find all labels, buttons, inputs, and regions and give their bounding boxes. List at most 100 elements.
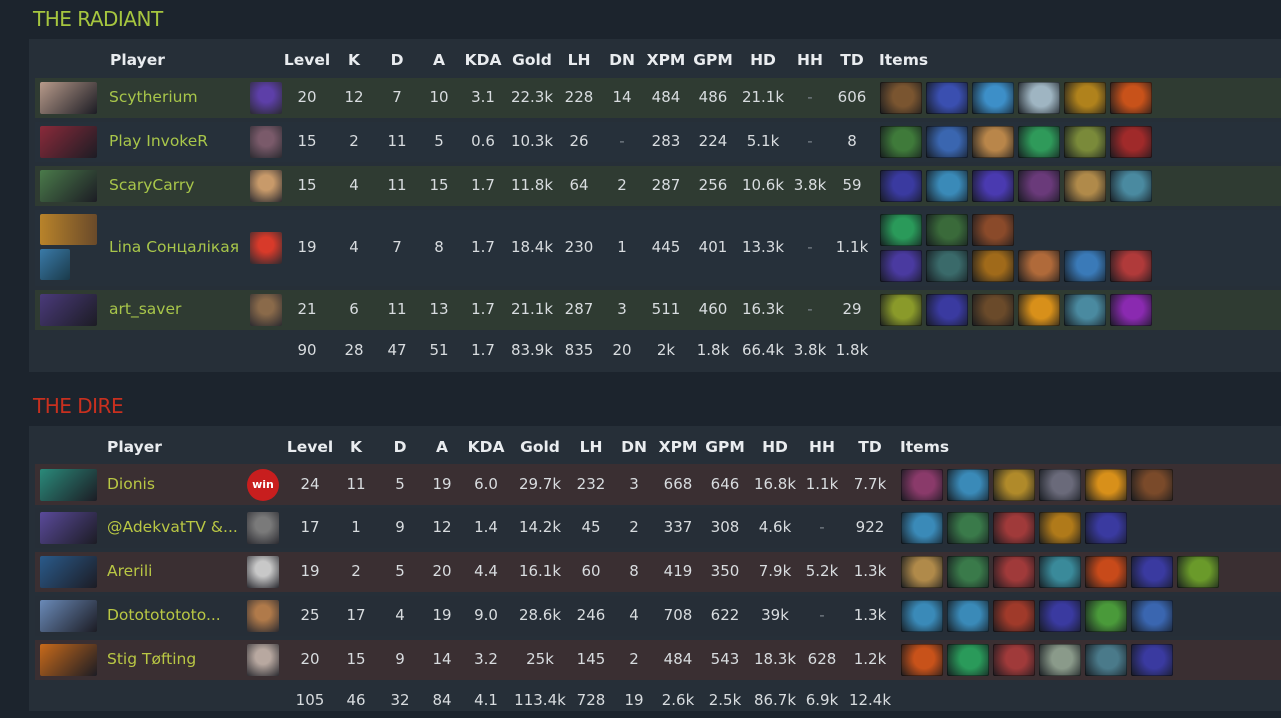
item-icon[interactable] — [1064, 250, 1106, 282]
item-icon[interactable] — [1018, 126, 1060, 158]
item-icon[interactable] — [972, 126, 1014, 158]
header-player[interactable]: Player — [110, 51, 165, 69]
hero-portrait[interactable] — [40, 126, 97, 158]
item-icon[interactable] — [993, 600, 1035, 632]
item-icon[interactable] — [1064, 170, 1106, 202]
hero-portrait[interactable] — [40, 82, 97, 114]
header-hh[interactable]: HH — [809, 438, 835, 456]
header-hh[interactable]: HH — [797, 51, 823, 69]
header-gold[interactable]: Gold — [520, 438, 560, 456]
item-icon[interactable] — [880, 126, 922, 158]
item-icon[interactable] — [1131, 468, 1173, 501]
player-name[interactable]: Dionis — [107, 475, 155, 493]
hero-portrait[interactable] — [40, 214, 97, 245]
item-icon[interactable] — [1085, 556, 1127, 588]
player-avatar[interactable] — [250, 294, 282, 326]
header-gpm[interactable]: GPM — [705, 438, 745, 456]
player-name[interactable]: Lina Сонцалікая — [109, 238, 239, 256]
item-icon[interactable] — [926, 214, 968, 246]
player-avatar[interactable] — [247, 556, 279, 588]
header-lh[interactable]: LH — [568, 51, 591, 69]
header-k[interactable]: K — [350, 438, 362, 456]
player-name[interactable]: ScaryCarry — [109, 176, 194, 194]
item-icon[interactable] — [1039, 468, 1081, 501]
item-icon[interactable] — [926, 250, 968, 282]
item-icon[interactable] — [1131, 600, 1173, 632]
hero-portrait[interactable] — [40, 294, 97, 326]
item-icon[interactable] — [993, 644, 1035, 676]
item-icon[interactable] — [1039, 644, 1081, 676]
item-icon[interactable] — [1039, 600, 1081, 632]
player-name[interactable]: art_saver — [109, 300, 181, 318]
item-icon[interactable] — [926, 170, 968, 202]
item-icon[interactable] — [1064, 126, 1106, 158]
item-icon[interactable] — [1085, 468, 1127, 501]
item-icon[interactable] — [993, 512, 1035, 544]
header-xpm[interactable]: XPM — [647, 51, 686, 69]
item-icon[interactable] — [972, 294, 1014, 326]
header-a[interactable]: A — [433, 51, 445, 69]
item-icon[interactable] — [1064, 294, 1106, 326]
header-td[interactable]: TD — [840, 51, 863, 69]
item-icon[interactable] — [993, 556, 1035, 588]
player-avatar[interactable] — [250, 170, 282, 202]
player-avatar[interactable] — [250, 232, 282, 264]
item-icon[interactable] — [901, 600, 943, 632]
item-icon[interactable] — [1110, 82, 1152, 114]
item-icon[interactable] — [1085, 512, 1127, 544]
item-icon[interactable] — [1064, 82, 1106, 114]
header-hd[interactable]: HD — [750, 51, 776, 69]
player-name[interactable]: Stig Tøfting — [107, 650, 196, 668]
item-icon[interactable] — [880, 214, 922, 246]
item-icon[interactable] — [880, 170, 922, 202]
item-icon[interactable] — [1177, 556, 1219, 588]
item-icon[interactable] — [1131, 556, 1173, 588]
header-gold[interactable]: Gold — [512, 51, 552, 69]
header-kda[interactable]: KDA — [468, 438, 505, 456]
item-icon[interactable] — [993, 468, 1035, 501]
item-icon[interactable] — [926, 294, 968, 326]
header-k[interactable]: K — [348, 51, 360, 69]
header-level[interactable]: Level — [287, 438, 333, 456]
player-avatar[interactable] — [250, 126, 282, 158]
hero-portrait[interactable] — [40, 644, 97, 676]
item-icon[interactable] — [947, 644, 989, 676]
player-avatar[interactable] — [247, 600, 279, 632]
item-icon[interactable] — [972, 170, 1014, 202]
item-icon[interactable] — [947, 600, 989, 632]
player-name[interactable]: Arerili — [107, 562, 152, 580]
player-avatar[interactable]: win — [247, 468, 279, 501]
item-icon[interactable] — [972, 250, 1014, 282]
item-icon[interactable] — [947, 556, 989, 588]
item-icon[interactable] — [880, 294, 922, 326]
item-icon[interactable] — [1085, 644, 1127, 676]
item-icon[interactable] — [901, 556, 943, 588]
header-d[interactable]: D — [391, 51, 404, 69]
hero-portrait[interactable] — [40, 468, 97, 501]
header-xpm[interactable]: XPM — [659, 438, 698, 456]
header-a[interactable]: A — [436, 438, 448, 456]
item-icon[interactable] — [1018, 294, 1060, 326]
hero-portrait[interactable] — [40, 600, 97, 632]
hero-portrait[interactable] — [40, 170, 97, 202]
item-icon[interactable] — [926, 126, 968, 158]
header-lh[interactable]: LH — [580, 438, 603, 456]
player-name[interactable]: @AdekvatTV &... — [107, 518, 238, 536]
player-avatar[interactable] — [250, 82, 282, 114]
header-player[interactable]: Player — [107, 438, 162, 456]
item-icon[interactable] — [1085, 600, 1127, 632]
player-name[interactable]: Dotototototo... — [107, 606, 221, 624]
header-hd[interactable]: HD — [762, 438, 788, 456]
item-icon[interactable] — [926, 82, 968, 114]
item-icon[interactable] — [1110, 126, 1152, 158]
item-icon[interactable] — [880, 82, 922, 114]
header-dn[interactable]: DN — [621, 438, 647, 456]
item-icon[interactable] — [1018, 250, 1060, 282]
item-icon[interactable] — [1131, 644, 1173, 676]
player-name[interactable]: Play InvokeR — [109, 132, 208, 150]
header-gpm[interactable]: GPM — [693, 51, 733, 69]
item-icon[interactable] — [1018, 170, 1060, 202]
header-td[interactable]: TD — [858, 438, 881, 456]
item-icon[interactable] — [901, 512, 943, 544]
hero-portrait[interactable] — [40, 556, 97, 588]
